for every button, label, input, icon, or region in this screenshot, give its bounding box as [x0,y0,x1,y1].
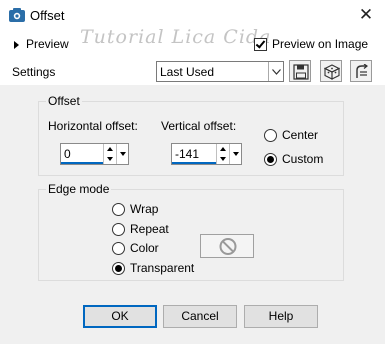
radio-circle[interactable] [112,241,125,255]
origin-center-label: Center [282,128,319,142]
horizontal-offset-field[interactable]: 0 [60,143,129,165]
checkbox-box[interactable] [254,37,267,51]
radio-circle[interactable] [112,202,125,216]
radio-circle[interactable] [264,152,277,166]
help-button[interactable]: Help [244,305,318,328]
edge-wrap-label: Wrap [130,202,159,216]
preview-on-image-checkbox[interactable]: Preview on Image [254,37,368,51]
preview-toggle-label: Preview [26,37,69,51]
vertical-spinner[interactable] [216,144,229,164]
origin-custom-radio[interactable]: Custom [264,152,323,166]
preset-dropdown[interactable]: Last Used [156,61,284,82]
radio-circle[interactable] [112,261,125,275]
randomize-dice-icon [324,64,340,80]
horizontal-spinner[interactable] [103,144,116,164]
preview-expand-toggle[interactable]: Preview [14,37,69,51]
offset-group-label: Offset [46,94,82,108]
edge-transparent-label: Transparent [130,261,195,275]
horizontal-dropdown-icon[interactable] [116,144,128,164]
radio-selected-dot [115,264,122,272]
edge-repeat-radio[interactable]: Repeat [112,222,169,236]
vertical-offset-field[interactable]: -141 [171,143,242,165]
checkmark-icon [255,37,266,49]
edge-color-radio[interactable]: Color [112,241,159,255]
reset-icon [356,64,369,78]
ok-button[interactable]: OK [83,305,157,328]
spin-down-icon[interactable] [104,154,116,164]
spin-up-icon[interactable] [217,144,229,154]
edge-transparent-radio[interactable]: Transparent [112,261,194,275]
app-icon [9,8,25,22]
edge-repeat-label: Repeat [130,222,169,236]
vertical-dropdown-icon[interactable] [229,144,241,164]
spin-down-icon[interactable] [217,154,229,164]
edge-color-label: Color [130,241,159,255]
spin-up-icon[interactable] [104,144,116,154]
radio-circle[interactable] [112,222,125,236]
horizontal-offset-label: Horizontal offset: [48,119,138,133]
cancel-button[interactable]: Cancel [163,305,237,328]
chevron-down-icon[interactable] [268,62,283,81]
vertical-offset-label: Vertical offset: [161,119,237,133]
disabled-circle-icon [219,238,237,255]
preview-on-image-label: Preview on Image [272,37,369,51]
window-title: Offset [30,8,65,23]
horizontal-offset-input[interactable]: 0 [61,144,103,164]
watermark-text: Tutorial Lica Cida [80,26,272,48]
edge-wrap-radio[interactable]: Wrap [112,202,158,216]
save-preset-button[interactable] [289,60,311,82]
reset-button[interactable] [350,60,372,82]
origin-custom-label: Custom [282,152,324,166]
origin-center-radio[interactable]: Center [264,128,318,142]
preset-value: Last Used [160,64,215,79]
close-icon[interactable]: ✕ [356,5,376,25]
edge-mode-group-label: Edge mode [46,182,112,196]
settings-label: Settings [12,65,56,79]
chevron-right-icon [14,40,19,49]
edge-color-swatch[interactable] [200,234,254,258]
radio-circle[interactable] [264,128,277,142]
radio-selected-dot [267,155,274,163]
vertical-offset-input[interactable]: -141 [172,144,216,164]
randomize-button[interactable] [320,60,342,82]
save-preset-icon [293,64,309,80]
